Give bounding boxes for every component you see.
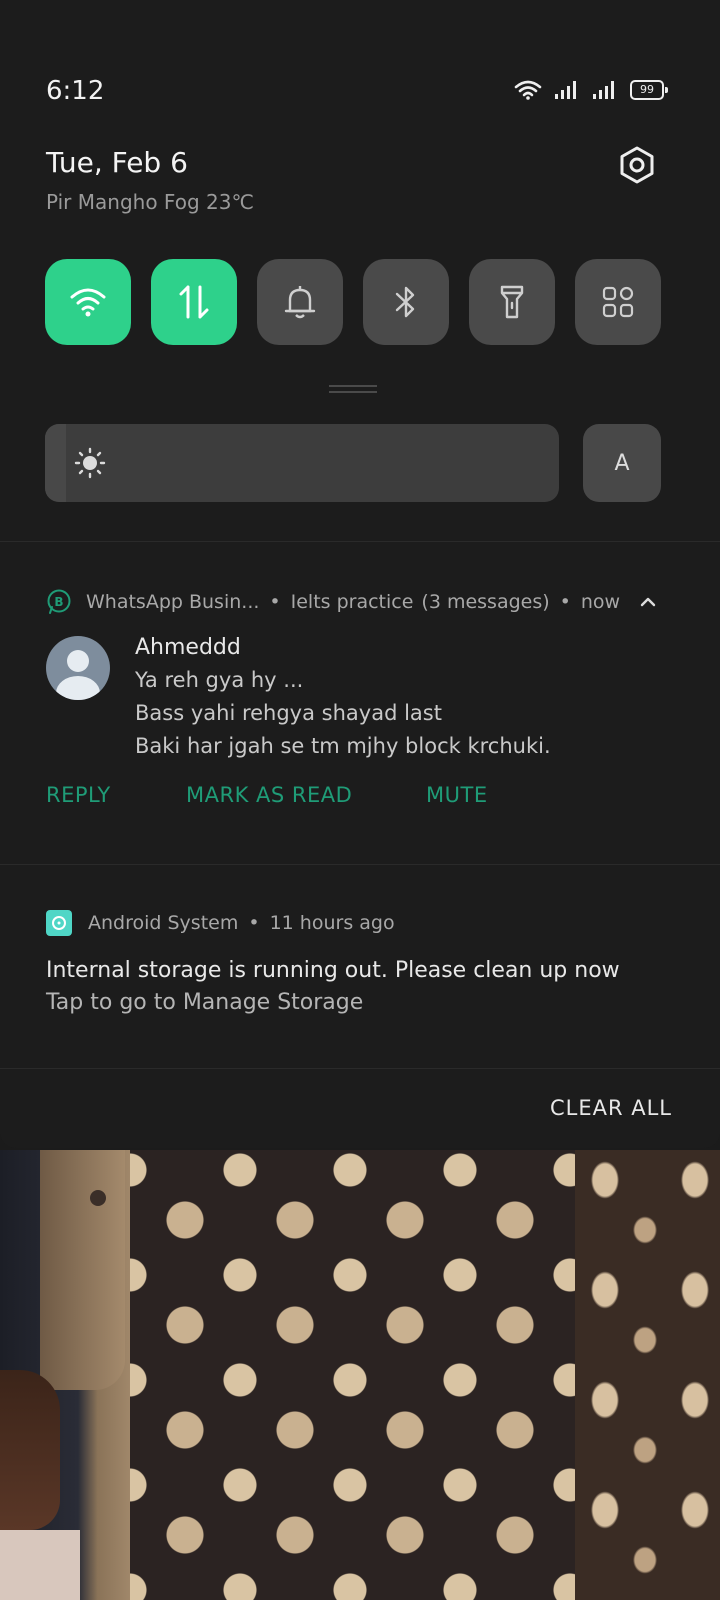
notification-app-name: WhatsApp Busin... <box>86 591 260 613</box>
wifi-icon <box>70 288 106 317</box>
reply-button[interactable]: REPLY <box>46 783 111 807</box>
wifi-icon <box>514 80 542 100</box>
bell-icon <box>284 286 316 319</box>
grid-icon <box>602 286 634 318</box>
message-line: Ya reh gya hy ... <box>135 668 304 692</box>
toggle-mobile-data[interactable] <box>151 259 237 345</box>
signal-icon <box>555 81 576 99</box>
notification-time: now <box>580 591 621 613</box>
flashlight-icon <box>500 285 524 319</box>
wallpaper-fabric <box>110 1150 590 1600</box>
brightness-sun-icon <box>74 447 106 479</box>
clear-all-button[interactable]: CLEAR ALL <box>550 1096 672 1120</box>
data-arrows-icon <box>179 285 209 319</box>
notification-app-name: Android System <box>88 912 239 934</box>
brightness-fill <box>45 424 66 502</box>
status-icons: 99 <box>514 80 668 100</box>
divider <box>0 1068 720 1069</box>
toggle-more[interactable] <box>575 259 661 345</box>
notification-shade: 6:12 99 Tue, Feb 6 Pir Mangho Fog 23℃ A … <box>0 0 720 1148</box>
avatar <box>46 636 110 700</box>
storage-notification-subtitle[interactable]: Tap to go to Manage Storage <box>46 990 363 1015</box>
storage-notification-title[interactable]: Internal storage is running out. Please … <box>46 958 620 983</box>
wallpaper-jacket <box>40 1150 125 1390</box>
toggle-bluetooth[interactable] <box>363 259 449 345</box>
avatar-body <box>56 676 100 700</box>
wallpaper-hand <box>0 1370 60 1530</box>
bluetooth-icon <box>395 286 415 318</box>
notification-time: 11 hours ago <box>269 912 395 934</box>
toggle-wifi[interactable] <box>45 259 131 345</box>
wallpaper <box>0 1150 720 1600</box>
notification-conversation: Ielts practice <box>290 591 414 613</box>
battery-icon: 99 <box>630 80 668 100</box>
wallpaper-background <box>0 1530 80 1600</box>
toggle-sound[interactable] <box>257 259 343 345</box>
separator-dot: • <box>559 591 571 613</box>
sender-name: Ahmeddd <box>135 635 241 660</box>
expand-handle[interactable] <box>329 385 377 393</box>
quick-toggles <box>45 259 661 345</box>
message-line: Baki har jgah se tm mjhy block krchuki. <box>135 734 551 758</box>
wallpaper-right-pattern <box>575 1150 720 1600</box>
brightness-slider[interactable] <box>45 424 559 502</box>
mark-as-read-button[interactable]: MARK AS READ <box>186 783 352 807</box>
clock: 6:12 <box>46 76 105 106</box>
signal-icon <box>593 81 614 99</box>
auto-brightness-button[interactable]: A <box>583 424 661 502</box>
message-line: Bass yahi rehgya shayad last <box>135 701 442 725</box>
separator-dot: • <box>269 591 281 613</box>
system-notification-header[interactable]: Android System • 11 hours ago <box>46 910 395 936</box>
date[interactable]: Tue, Feb 6 <box>46 146 188 179</box>
mute-button[interactable]: MUTE <box>426 783 488 807</box>
divider <box>0 864 720 865</box>
separator-dot: • <box>248 912 260 934</box>
avatar-head <box>67 650 89 672</box>
status-bar: 6:12 99 <box>0 60 720 120</box>
chevron-up-icon[interactable] <box>638 594 658 610</box>
svg-text:B: B <box>54 595 63 609</box>
whatsapp-notification-header[interactable]: B WhatsApp Busin... • Ielts practice (3 … <box>46 589 620 615</box>
wallpaper-button <box>90 1190 106 1206</box>
weather[interactable]: Pir Mangho Fog 23℃ <box>46 190 254 214</box>
settings-gear-icon[interactable] <box>617 145 657 185</box>
notification-message-count: (3 messages) <box>421 591 550 613</box>
toggle-flashlight[interactable] <box>469 259 555 345</box>
whatsapp-business-icon: B <box>47 589 71 614</box>
android-system-icon <box>46 910 72 936</box>
screen: 6:12 99 Tue, Feb 6 Pir Mangho Fog 23℃ A … <box>0 0 720 1600</box>
divider <box>0 541 720 542</box>
